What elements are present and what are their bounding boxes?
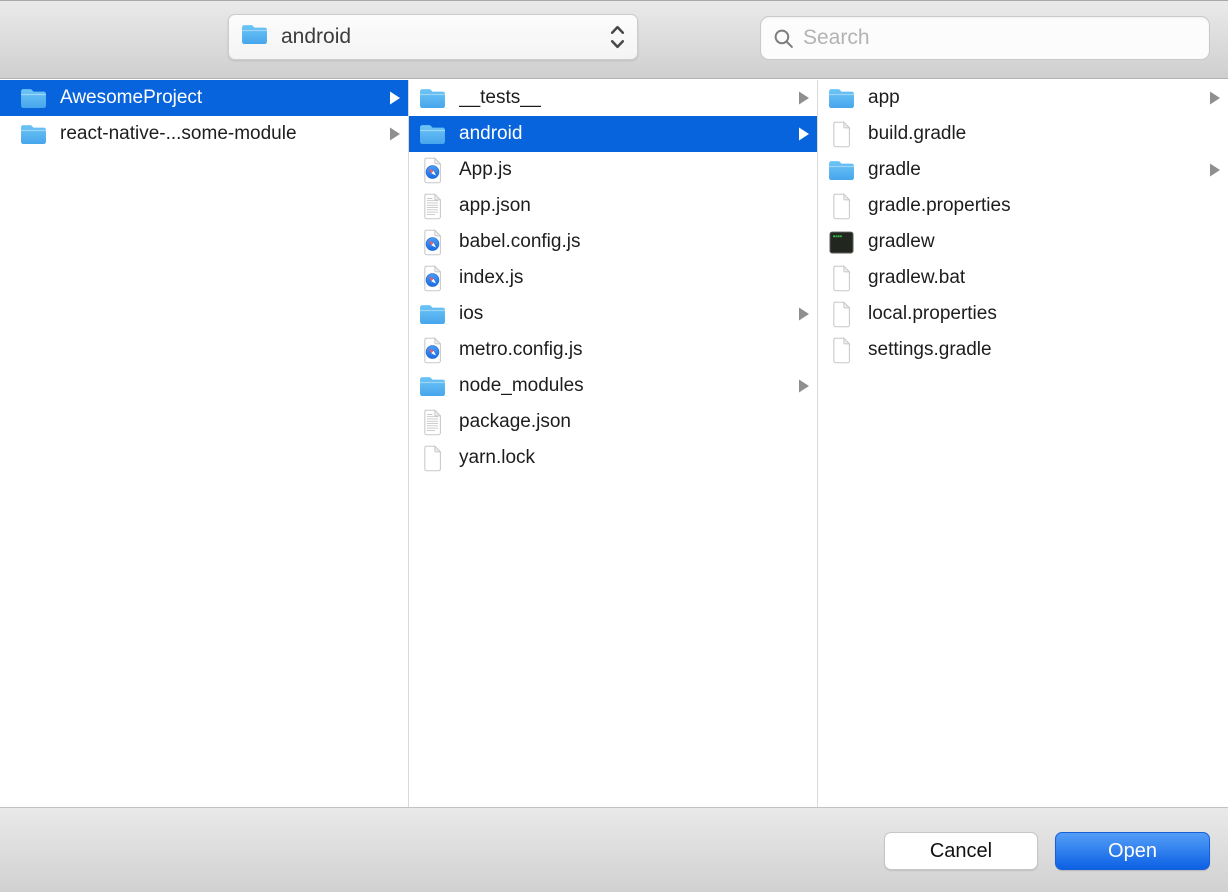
file-row[interactable]: ios [409, 296, 817, 332]
disclosure-arrow-icon [798, 91, 810, 105]
file-name: package.json [459, 411, 571, 433]
file-name: gradlew [868, 231, 935, 253]
file-name: metro.config.js [459, 339, 583, 361]
file-name: android [459, 123, 522, 145]
disclosure-arrow-icon [798, 307, 810, 321]
browser-column-1[interactable]: AwesomeProject react-native-...some-modul… [0, 80, 409, 807]
file-row[interactable]: gradlew.bat [818, 260, 1228, 296]
folder-icon [20, 85, 47, 112]
file-name: node_modules [459, 375, 584, 397]
file-name: AwesomeProject [60, 87, 202, 109]
browser-column-3[interactable]: app build.gradle gradle gradle.properties gr… [818, 80, 1228, 807]
file-row[interactable]: build.gradle [818, 116, 1228, 152]
file-text-icon [419, 193, 446, 220]
folder-icon [419, 121, 446, 148]
disclosure-arrow-icon [1209, 163, 1221, 177]
file-name: build.gradle [868, 123, 966, 145]
file-name: app.json [459, 195, 531, 217]
current-folder-dropdown[interactable]: android [228, 14, 638, 60]
file-row[interactable]: local.properties [818, 296, 1228, 332]
file-row[interactable]: react-native-...some-module [0, 116, 408, 152]
file-js-icon [419, 157, 446, 184]
cancel-button[interactable]: Cancel [884, 832, 1038, 870]
file-blank-icon [828, 193, 855, 220]
column-browser: AwesomeProject react-native-...some-modul… [0, 80, 1228, 807]
folder-icon [20, 121, 47, 148]
file-name: local.properties [868, 303, 997, 325]
file-js-icon [419, 337, 446, 364]
file-blank-icon [828, 265, 855, 292]
disclosure-arrow-icon [389, 127, 401, 141]
file-row[interactable]: gradle.properties [818, 188, 1228, 224]
folder-icon [419, 373, 446, 400]
open-file-dialog: android AwesomeProject react-native-...so… [0, 0, 1228, 892]
file-row[interactable]: yarn.lock [409, 440, 817, 476]
file-js-icon [419, 265, 446, 292]
file-name: App.js [459, 159, 512, 181]
file-text-icon [419, 409, 446, 436]
file-row[interactable]: package.json [409, 404, 817, 440]
chevron-up-down-icon [610, 24, 625, 50]
file-row[interactable]: babel.config.js [409, 224, 817, 260]
file-row[interactable]: app.json [409, 188, 817, 224]
folder-icon [828, 85, 855, 112]
file-name: settings.gradle [868, 339, 992, 361]
file-row[interactable]: metro.config.js [409, 332, 817, 368]
file-name: react-native-...some-module [60, 123, 297, 145]
file-row[interactable]: node_modules [409, 368, 817, 404]
file-name: babel.config.js [459, 231, 580, 253]
file-row[interactable]: gradle [818, 152, 1228, 188]
file-name: app [868, 87, 900, 109]
file-blank-icon [828, 121, 855, 148]
folder-icon [419, 301, 446, 328]
browser-column-2[interactable]: __tests__android App.js app.json babel.conf… [409, 80, 818, 807]
file-row[interactable]: App.js [409, 152, 817, 188]
file-js-icon [419, 229, 446, 256]
file-name: gradle.properties [868, 195, 1011, 217]
file-blank-icon [828, 337, 855, 364]
folder-icon [241, 23, 268, 51]
disclosure-arrow-icon [798, 127, 810, 141]
file-name: ios [459, 303, 483, 325]
disclosure-arrow-icon [1209, 91, 1221, 105]
file-exec-icon [828, 229, 855, 256]
file-row[interactable]: settings.gradle [818, 332, 1228, 368]
disclosure-arrow-icon [798, 379, 810, 393]
file-row[interactable]: gradlew [818, 224, 1228, 260]
search-field [760, 16, 1210, 60]
file-name: index.js [459, 267, 523, 289]
open-button[interactable]: Open [1055, 832, 1210, 870]
folder-icon [828, 157, 855, 184]
search-icon [773, 28, 794, 49]
file-blank-icon [828, 301, 855, 328]
file-name: gradlew.bat [868, 267, 965, 289]
file-blank-icon [419, 445, 446, 472]
file-row[interactable]: android [409, 116, 817, 152]
disclosure-arrow-icon [389, 91, 401, 105]
file-row[interactable]: index.js [409, 260, 817, 296]
file-name: yarn.lock [459, 447, 535, 469]
current-folder-label: android [281, 25, 610, 49]
folder-icon [419, 85, 446, 112]
dialog-footer: Cancel Open [0, 807, 1228, 892]
dialog-toolbar: android [0, 0, 1228, 79]
file-name: __tests__ [459, 87, 541, 109]
file-row[interactable]: AwesomeProject [0, 80, 408, 116]
file-name: gradle [868, 159, 921, 181]
file-row[interactable]: __tests__ [409, 80, 817, 116]
search-input[interactable] [803, 26, 1197, 50]
file-row[interactable]: app [818, 80, 1228, 116]
